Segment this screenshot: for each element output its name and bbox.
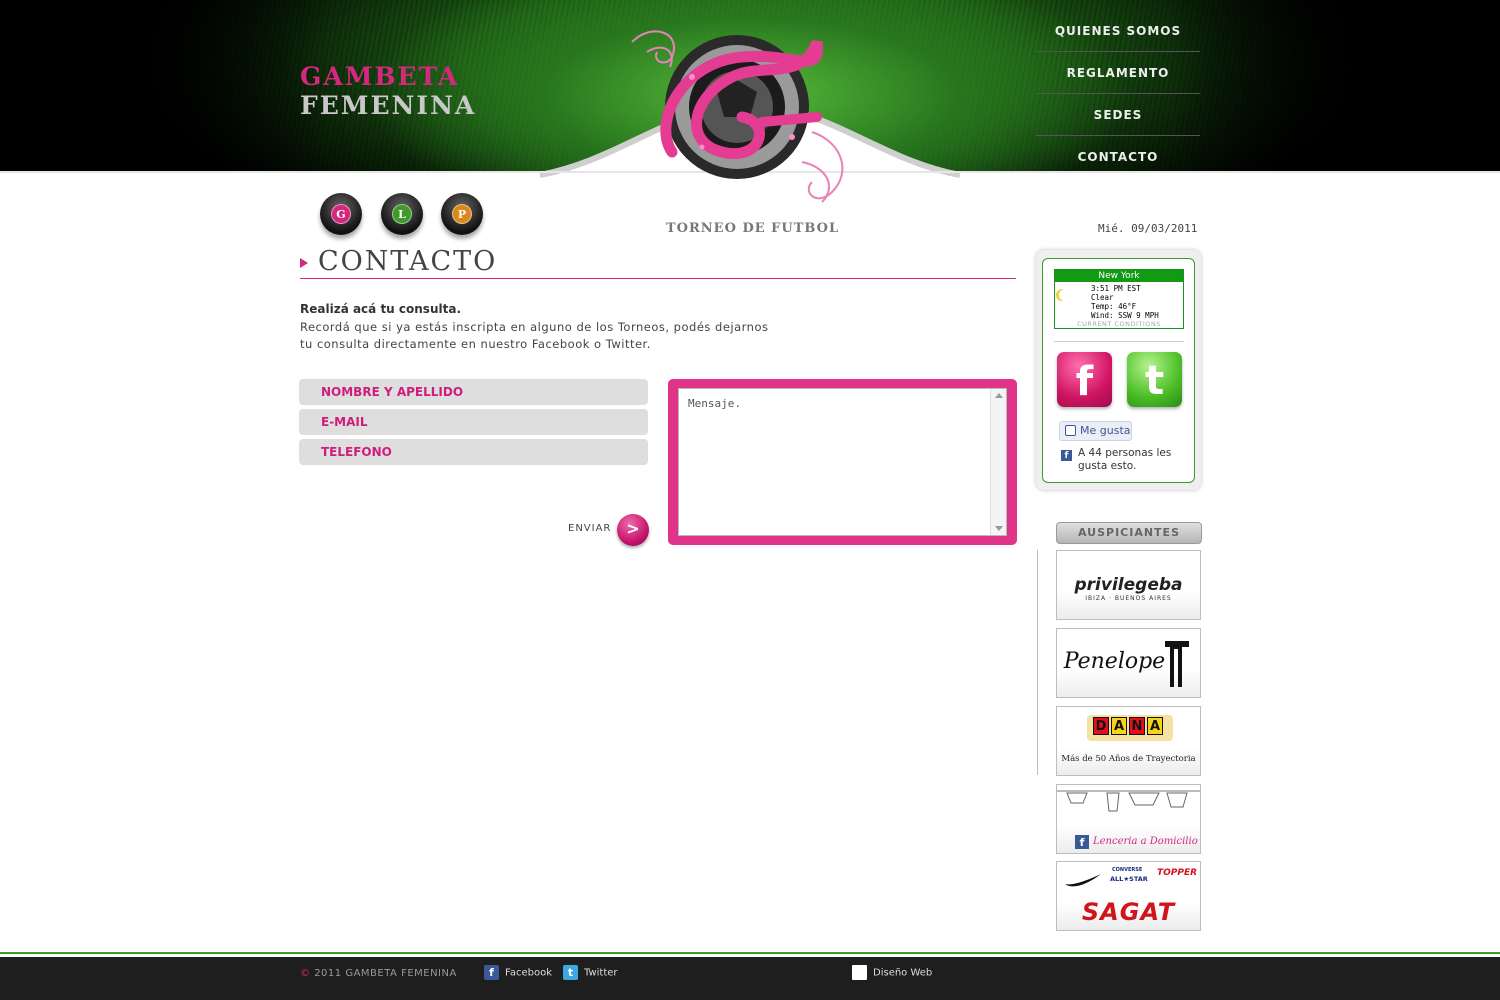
- weather-wind: Wind: SSW 9 MPH: [1091, 311, 1159, 320]
- facebook-icon: f: [484, 965, 499, 980]
- current-date: Mié. 09/03/2011: [1098, 222, 1198, 235]
- footer-twitter-label: Twitter: [584, 967, 618, 979]
- weather-condition: Clear: [1091, 293, 1114, 302]
- intro-line-1: Recordá que si ya estás inscripta en alg…: [300, 320, 769, 334]
- footer-facebook-label: Facebook: [505, 967, 552, 979]
- sponsor-dana-sub: Más de 50 Años de Trayectoria: [1061, 754, 1196, 764]
- intro-line-2: tu consulta directamente en nuestro Face…: [300, 337, 651, 351]
- sponsor-sagat-brand-2: ALL★STAR: [1110, 875, 1148, 883]
- weather-temp: Temp: 46°F: [1091, 302, 1137, 311]
- facebook-icon[interactable]: f: [1057, 352, 1112, 407]
- page-title-text: CONTACTO: [318, 246, 498, 277]
- title-arrow-icon: [300, 258, 308, 268]
- intro-heading: Realizá acá tu consulta.: [300, 302, 461, 316]
- sponsor-privilege-name: privilegeba: [1074, 575, 1183, 595]
- sponsor-privilege[interactable]: privilegeba IBIZA · BUENOS AIRES: [1056, 550, 1201, 620]
- copyright-text: 2011 GAMBETA FEMENINA: [314, 968, 457, 979]
- copyright: © 2011 GAMBETA FEMENINA: [300, 968, 457, 979]
- email-field[interactable]: E-MAIL: [299, 409, 648, 435]
- sponsors-header: AUSPICIANTES: [1056, 522, 1202, 544]
- brand-name-line-2: FEMENINA: [300, 91, 477, 120]
- tagline: TORNEO DE FUTBOL: [666, 221, 840, 236]
- footer-twitter-link[interactable]: t Twitter: [563, 965, 618, 982]
- glp-button-p[interactable]: P: [441, 193, 483, 235]
- glp-letter-p: P: [452, 204, 472, 224]
- lingerie-line-icon: [1057, 790, 1200, 812]
- name-field[interactable]: NOMBRE Y APELLIDO: [299, 379, 648, 405]
- nav-item-sedes[interactable]: SEDES: [1036, 94, 1200, 136]
- facebook-small-icon: f: [1061, 450, 1072, 461]
- message-frame: Mensaje.: [668, 379, 1017, 545]
- like-count: A 44 personas les gusta esto.: [1078, 447, 1172, 472]
- glp-button-l[interactable]: L: [381, 193, 423, 235]
- message-placeholder: Mensaje.: [688, 397, 741, 410]
- like-button-label: Me gusta: [1080, 424, 1131, 437]
- weather-time: 3:51 PM EST: [1091, 284, 1141, 293]
- weather-widget[interactable]: New York 3:51 PM EST Clear Temp: 46°F Wi…: [1054, 269, 1184, 329]
- dana-logo: D A N A: [1093, 717, 1163, 735]
- main-nav: QUIENES SOMOS REGLAMENTO SEDES CONTACTO: [1036, 10, 1200, 176]
- sponsor-penelope[interactable]: Penelope: [1056, 628, 1201, 698]
- footer-design-link[interactable]: Diseño Web: [852, 965, 932, 982]
- scroll-down-icon[interactable]: [995, 526, 1003, 531]
- glp-letter-l: L: [392, 204, 412, 224]
- swoosh-icon: [1065, 874, 1101, 887]
- nav-item-reglamento[interactable]: REGLAMENTO: [1036, 52, 1200, 94]
- footer: © 2011 GAMBETA FEMENINA f Facebook t Twitt…: [0, 957, 1500, 1000]
- weather-city: New York: [1055, 270, 1183, 282]
- phone-field[interactable]: TELEFONO: [299, 439, 648, 465]
- penelope-figure-icon: [1165, 641, 1189, 687]
- submit-label[interactable]: ENVIAR: [568, 523, 611, 534]
- page-title: CONTACTO: [300, 246, 1016, 279]
- gf-logo[interactable]: [612, 22, 862, 222]
- like-button[interactable]: Me gusta: [1059, 421, 1132, 441]
- message-scrollbar[interactable]: [990, 389, 1006, 535]
- weather-footer: CURRENT CONDITIONS: [1077, 320, 1161, 328]
- sponsor-privilege-sub: IBIZA · BUENOS AIRES: [1085, 595, 1172, 602]
- footer-design-label: Diseño Web: [873, 967, 933, 979]
- glp-letter-g: G: [331, 204, 351, 224]
- scroll-up-icon[interactable]: [995, 393, 1003, 398]
- twitter-icon: t: [563, 965, 578, 980]
- sponsor-sagat[interactable]: CONVERSE ALL★STAR TOPPER SAGAT: [1056, 861, 1201, 931]
- speech-bubble-icon: [852, 965, 867, 980]
- sponsor-sagat-brand-3: TOPPER: [1157, 868, 1198, 878]
- copyright-symbol: ©: [300, 968, 311, 979]
- moon-icon: [1059, 289, 1071, 301]
- nav-item-contacto[interactable]: CONTACTO: [1036, 136, 1200, 176]
- page: GAMBETA FEMENINA QUIENES SOMOS REGLAMENT…: [0, 0, 1500, 1000]
- sponsor-sagat-brand-1: CONVERSE: [1112, 867, 1143, 873]
- footer-facebook-link[interactable]: f Facebook: [484, 965, 552, 982]
- thumbs-up-icon: [1065, 425, 1076, 436]
- sponsor-dana[interactable]: D A N A Más de 50 Años de Trayectoria: [1056, 706, 1201, 776]
- sponsor-lenceria-name: Lenceria a Domicilio: [1093, 836, 1198, 847]
- facebook-icon-small: f: [1075, 835, 1089, 849]
- sponsor-sagat-name: SAGAT: [1081, 898, 1176, 926]
- twitter-icon[interactable]: t: [1127, 352, 1182, 407]
- glp-button-g[interactable]: G: [320, 193, 362, 235]
- nav-item-quienes-somos[interactable]: QUIENES SOMOS: [1036, 10, 1200, 52]
- message-textarea[interactable]: Mensaje.: [678, 388, 1007, 536]
- social-widget: New York 3:51 PM EST Clear Temp: 46°F Wi…: [1036, 250, 1201, 490]
- sponsor-lenceria[interactable]: f Lenceria a Domicilio: [1056, 784, 1201, 854]
- brand-name-line-1: GAMBETA: [300, 62, 460, 91]
- submit-button[interactable]: >: [617, 514, 649, 546]
